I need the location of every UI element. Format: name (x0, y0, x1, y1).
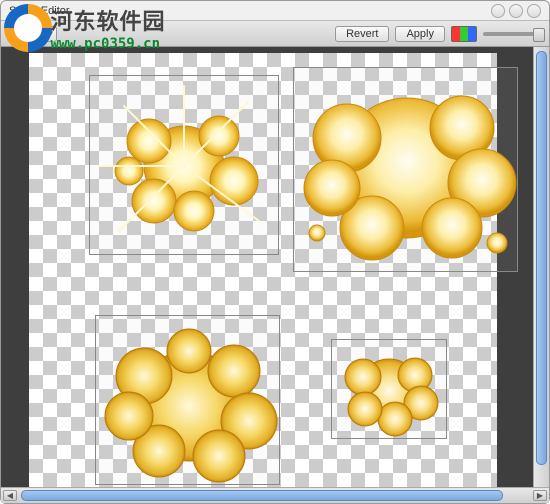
scrollbar-thumb[interactable] (21, 490, 503, 501)
alpha-slider[interactable] (483, 32, 543, 36)
minimize-icon[interactable] (491, 4, 505, 18)
scroll-right-icon[interactable]: ▶ (533, 490, 547, 501)
horizontal-scrollbar[interactable]: ◀ ▶ (1, 487, 549, 503)
apply-button[interactable]: Apply (395, 26, 445, 42)
window-controls (491, 4, 541, 18)
explosion-sprite-4 (325, 333, 453, 445)
scroll-left-icon[interactable]: ◀ (3, 490, 17, 501)
titlebar: Sprite Editor (1, 1, 549, 21)
revert-button[interactable]: Revert (335, 26, 389, 42)
explosion-sprite-1 (84, 71, 284, 261)
explosion-sprite-3 (89, 311, 284, 487)
explosion-sprite-2 (287, 63, 522, 278)
vertical-scrollbar[interactable] (533, 47, 549, 487)
maximize-icon[interactable] (509, 4, 523, 18)
sprite-canvas[interactable] (29, 53, 497, 487)
content-area (1, 47, 549, 487)
scrollbar-thumb[interactable] (536, 51, 547, 465)
slice-dropdown[interactable]: Slice (7, 26, 57, 42)
window-title: Sprite Editor (9, 5, 541, 17)
close-icon[interactable] (527, 4, 541, 18)
toolbar: Slice Revert Apply (1, 21, 549, 47)
rgb-channels-button[interactable] (451, 26, 477, 42)
sprite-editor-window: Sprite Editor Slice Revert Apply (0, 0, 550, 504)
sprite-viewport[interactable] (1, 47, 533, 487)
